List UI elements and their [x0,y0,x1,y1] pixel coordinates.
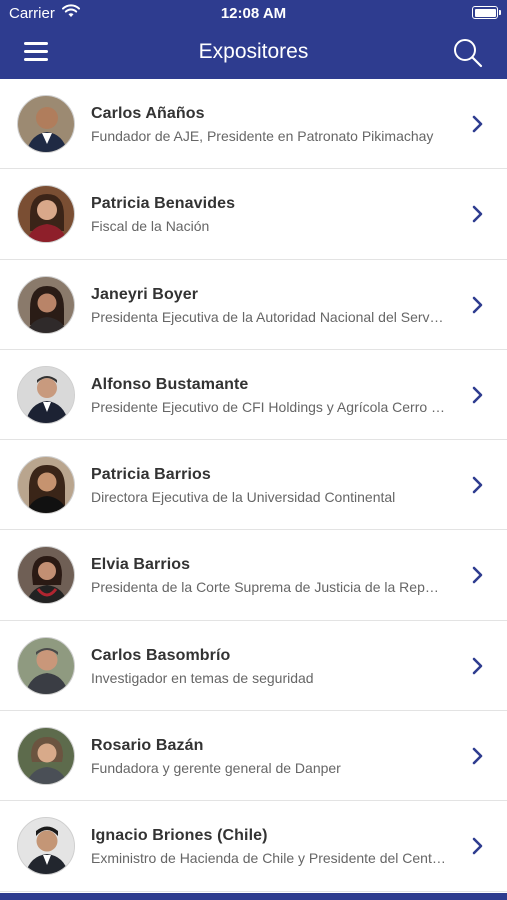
avatar [17,456,75,515]
search-button[interactable] [452,37,484,69]
avatar [17,817,75,876]
speaker-name: Elvia Barrios [91,556,191,574]
bottom-bar [0,893,507,900]
speaker-description: Presidenta Ejecutiva de la Autoridad Nac… [91,308,446,325]
chevron-right-icon [472,476,483,494]
speaker-description: Fundador de AJE, Presidente en Patronato… [91,128,434,144]
avatar [17,185,75,244]
navigation-bar: Carrier 12:08 AM Expositores [0,0,507,79]
speaker-name: Alfonso Bustamante [91,375,249,393]
chevron-right-icon [472,657,483,675]
speaker-description: Exministro de Hacienda de Chile y Presid… [91,850,446,867]
avatar [17,727,75,786]
list-item[interactable]: Ignacio Briones (Chile) Exministro de Ha… [0,801,507,892]
list-item[interactable]: Patricia Benavides Fiscal de la Nación [0,169,507,260]
speaker-name: Janeyri Boyer [91,285,199,303]
chevron-right-icon [472,386,483,404]
chevron-right-icon [472,838,483,855]
avatar [17,636,75,695]
speaker-name: Rosario Bazán [91,737,204,755]
speaker-name: Ignacio Briones (Chile) [91,827,268,845]
speaker-description: Fundadora y gerente general de Danper [91,760,341,777]
list-item[interactable]: Rosario Bazán Fundadora y gerente genera… [0,711,507,802]
chevron-right-icon [472,205,483,223]
speaker-description: Fiscal de la Nación [91,218,210,235]
chevron-right-icon [472,115,483,133]
speaker-description: Directora Ejecutiva de la Universidad Co… [91,489,396,506]
speaker-name: Carlos Basombrío [91,646,231,664]
page-title: Expositores [198,40,309,63]
list-item[interactable]: Patricia Barrios Directora Ejecutiva de … [0,440,507,531]
speaker-name: Patricia Barrios [91,466,211,484]
list-item[interactable]: Alfonso Bustamante Presidente Ejecutivo … [0,350,507,441]
avatar [17,95,75,153]
speakers-list: Carlos Añaños Fundador de AJE, President… [0,79,507,892]
list-item[interactable]: Janeyri Boyer Presidenta Ejecutiva de la… [0,260,507,350]
status-bar: Carrier 12:08 AM [0,0,507,28]
list-item[interactable]: Carlos Basombrío Investigador en temas d… [0,621,507,712]
speaker-name: Carlos Añaños [91,105,205,122]
chevron-right-icon [472,567,483,584]
list-item[interactable]: Elvia Barrios Presidenta de la Corte Sup… [0,530,507,621]
battery-icon [472,6,501,19]
speaker-description: Presidenta de la Corte Suprema de Justic… [91,579,446,596]
speaker-name: Patricia Benavides [91,195,236,213]
status-time: 12:08 AM [220,5,287,22]
search-icon [454,39,483,68]
avatar [17,365,75,424]
list-item[interactable]: Carlos Añaños Fundador de AJE, President… [0,79,507,170]
chevron-right-icon [472,747,483,765]
speaker-description: Investigador en temas de seguridad [91,669,314,686]
chevron-right-icon [472,296,483,313]
avatar [17,275,75,334]
avatar [17,546,75,605]
speaker-description: Presidente Ejecutivo de CFI Holdings y A… [91,398,446,415]
